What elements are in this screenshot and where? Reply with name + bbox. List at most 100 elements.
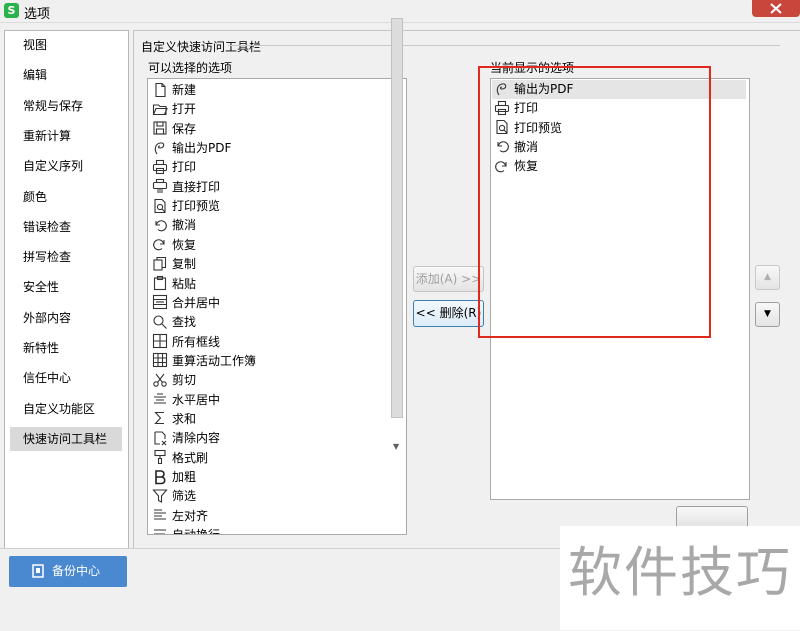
nav-item[interactable]: 拼写检查 bbox=[10, 245, 122, 269]
nav-item[interactable]: 常规与保存 bbox=[10, 94, 122, 118]
nav-item[interactable]: 颜色 bbox=[10, 185, 122, 209]
list-item-label: 格式刷 bbox=[172, 450, 209, 465]
add-button[interactable]: 添加(A) >> bbox=[413, 266, 484, 292]
backup-center-button[interactable]: 备份中心 bbox=[9, 556, 127, 587]
list-item[interactable]: 打开 bbox=[152, 100, 196, 119]
list-item-label: 新建 bbox=[172, 83, 197, 97]
nav-item[interactable]: 编辑 bbox=[10, 63, 122, 87]
nav-item[interactable]: 自定义序列 bbox=[10, 154, 122, 178]
pdf-icon bbox=[152, 140, 168, 156]
format-painter-icon bbox=[152, 449, 168, 465]
list-item[interactable]: 打印 bbox=[152, 158, 196, 177]
list-item-label: 合并居中 bbox=[172, 295, 221, 310]
nav-item[interactable]: 错误检查 bbox=[10, 215, 122, 239]
app-logo-icon: S bbox=[4, 3, 19, 18]
wrap-icon bbox=[152, 527, 168, 534]
delete-button[interactable]: << 删除(R) bbox=[413, 300, 484, 327]
redo-icon bbox=[152, 236, 168, 252]
available-options-list[interactable]: 新建打开保存输出为PDF 打印直接打印打印预览撤消恢复复制粘贴合并居中查找所有框线… bbox=[147, 78, 407, 535]
close-button[interactable] bbox=[752, 0, 800, 17]
nav-item[interactable]: 自定义功能区 bbox=[10, 397, 122, 421]
list-item-label: 剪切 bbox=[172, 373, 197, 388]
list-item-label: 加粗 bbox=[172, 470, 197, 484]
bold-icon bbox=[152, 469, 168, 485]
undo-icon bbox=[152, 217, 168, 233]
backup-icon bbox=[32, 564, 44, 578]
list-item[interactable]: 格式刷 bbox=[152, 449, 208, 468]
list-item[interactable]: 加粗 bbox=[152, 468, 196, 487]
list-item[interactable]: 筛选 bbox=[152, 487, 196, 506]
nav-item[interactable]: 重新计算 bbox=[10, 124, 122, 148]
list-item[interactable]: 清除内容 bbox=[152, 429, 220, 448]
all-borders-icon bbox=[152, 333, 168, 349]
list-item[interactable]: 所有框线 bbox=[152, 333, 220, 352]
backup-center-label: 备份中心 bbox=[52, 564, 101, 578]
nav-item[interactable]: 新特性 bbox=[10, 336, 122, 360]
list-item-label: 打印预览 bbox=[172, 199, 221, 214]
list-item-label: 打印 bbox=[172, 160, 197, 175]
list-item-label: 输出为PDF bbox=[172, 141, 232, 156]
list-item-label: 查找 bbox=[172, 315, 197, 330]
list-item[interactable]: 剪切 bbox=[152, 371, 196, 390]
list-item-label: 筛选 bbox=[172, 489, 197, 504]
list-item-label: 粘贴 bbox=[172, 276, 197, 291]
list-item[interactable]: 合并居中 bbox=[152, 294, 220, 313]
list-item[interactable]: 自动换行 bbox=[152, 526, 220, 534]
paste-icon bbox=[152, 275, 168, 291]
save-icon bbox=[152, 120, 168, 136]
list-item[interactable]: 输出为PDF bbox=[152, 139, 231, 158]
nav-item[interactable]: 外部内容 bbox=[10, 306, 122, 330]
merge-center-icon bbox=[152, 294, 168, 310]
watermark-text: 软件技巧 bbox=[568, 541, 792, 604]
section-divider bbox=[228, 45, 780, 46]
list-item-label: 保存 bbox=[172, 121, 197, 136]
reset-button[interactable] bbox=[676, 506, 748, 526]
list-item-label: 自动换行 bbox=[172, 528, 220, 534]
list-item[interactable]: 水平居中 bbox=[152, 391, 220, 410]
cut-icon bbox=[152, 372, 168, 388]
list-item[interactable]: 撤消 bbox=[152, 216, 196, 235]
list-item[interactable]: 保存 bbox=[152, 120, 196, 139]
scroll-down-arrow-icon[interactable]: ▼ bbox=[393, 442, 399, 451]
align-left-icon bbox=[152, 507, 168, 523]
available-options-label: 可以选择的选项 bbox=[148, 61, 233, 75]
highlight-annotation-box bbox=[478, 66, 711, 338]
list-item[interactable]: 直接打印 bbox=[152, 178, 220, 197]
move-down-button[interactable]: ▼ bbox=[755, 302, 780, 327]
find-icon bbox=[152, 314, 168, 330]
recalc-icon bbox=[152, 352, 168, 368]
direct-print-icon bbox=[152, 178, 168, 194]
folder-icon bbox=[152, 101, 168, 117]
new-doc-icon bbox=[152, 82, 168, 98]
nav-item[interactable]: 视图 bbox=[10, 33, 122, 57]
list-item-label: 左对齐 bbox=[172, 508, 209, 523]
nav-item[interactable]: 信任中心 bbox=[10, 366, 122, 390]
list-item-label: 求和 bbox=[172, 411, 197, 426]
list-item-label: 清除内容 bbox=[172, 431, 221, 446]
list-item[interactable]: 复制 bbox=[152, 255, 196, 274]
align-center-icon bbox=[152, 391, 168, 407]
sum-icon bbox=[152, 410, 168, 426]
copy-icon bbox=[152, 256, 168, 272]
scrollbar-thumb[interactable] bbox=[391, 18, 403, 418]
list-item[interactable]: 打印预览 bbox=[152, 197, 220, 216]
printer-icon bbox=[152, 159, 168, 175]
list-item[interactable]: 恢复 bbox=[152, 236, 196, 255]
list-item[interactable]: 查找 bbox=[152, 313, 196, 332]
nav-item[interactable]: 快速访问工具栏 bbox=[10, 426, 122, 451]
list-item[interactable]: 粘贴 bbox=[152, 275, 196, 294]
list-item[interactable]: 求和 bbox=[152, 410, 196, 429]
list-item-label: 重算活动工作簿 bbox=[172, 353, 257, 368]
list-item-label: 所有框线 bbox=[172, 334, 221, 349]
move-up-button[interactable]: ▲ bbox=[755, 265, 780, 290]
list-item-label: 复制 bbox=[172, 257, 197, 272]
list-item-label: 打开 bbox=[172, 102, 197, 117]
list-item-label: 撤消 bbox=[172, 218, 197, 233]
list-item[interactable]: 新建 bbox=[152, 81, 196, 100]
list-item[interactable]: 重算活动工作簿 bbox=[152, 352, 256, 371]
clear-icon bbox=[152, 430, 168, 446]
filter-icon bbox=[152, 488, 168, 504]
list-item[interactable]: 左对齐 bbox=[152, 507, 208, 526]
close-icon bbox=[770, 3, 782, 14]
nav-item[interactable]: 安全性 bbox=[10, 275, 122, 299]
